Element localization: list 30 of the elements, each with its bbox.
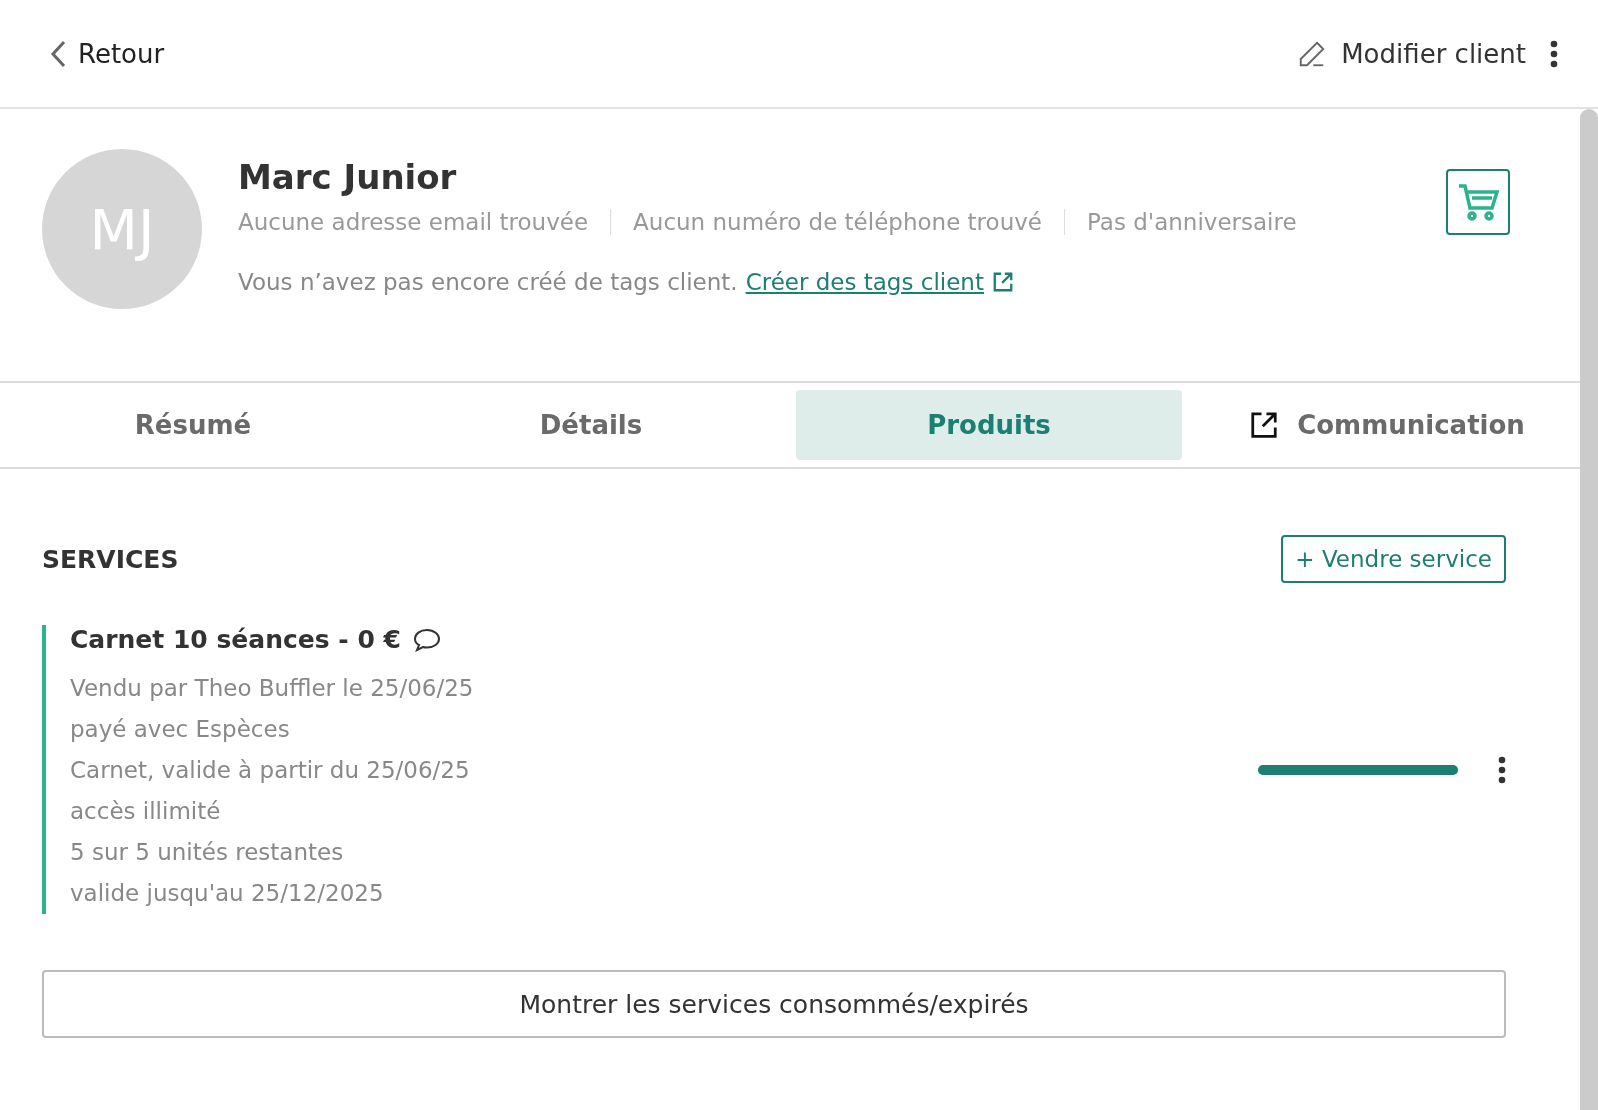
tab[interactable]: Communication [1194,390,1580,460]
service-title: Carnet 10 séances - 0 € [70,625,401,654]
service-detail: accès illimité [70,797,222,826]
sell-service-button[interactable]: + Vendre service [1281,535,1506,583]
more-options-button[interactable] [1498,755,1506,784]
speech-bubble-icon[interactable] [412,627,441,652]
section-title: SERVICES [42,544,179,574]
cart-icon [1457,182,1499,222]
client-info: Aucun numéro de téléphone trouvé [633,209,1042,235]
service-detail: 5 sur 5 unités restantes [70,838,345,867]
cart-button[interactable] [1446,169,1510,235]
service-detail: valide jusqu'au 25/12/2025 [70,879,385,908]
service-detail: Vendu par Theo Buffler le 25/06/25 [70,674,475,703]
service-detail: payé avec Espèces [70,715,291,744]
show-expired-button[interactable]: Montrer les services consommés/expirés [42,970,1506,1038]
tab[interactable]: Résumé [0,390,386,460]
client-name: Marc Junior [238,157,458,197]
tab[interactable]: Détails [398,390,784,460]
external-link-icon [1249,410,1280,440]
tab[interactable]: Produits [796,390,1182,460]
edit-client-link[interactable]: Modifier client [1297,38,1526,69]
tags-message: Vous n’avez pas encore créé de tags client. [238,269,738,295]
chevron-left-icon [50,39,66,68]
service-detail: Carnet, valide à partir du 25/06/25 [70,756,471,785]
back-link[interactable]: Retour [50,38,165,69]
external-link-icon [991,271,1014,293]
create-tags-link[interactable]: Créer des tags client [745,269,984,295]
client-info: Aucune adresse email trouvée [238,209,589,235]
more-options-button[interactable] [1550,39,1558,68]
client-info: Pas d'anniversaire [1087,209,1297,235]
